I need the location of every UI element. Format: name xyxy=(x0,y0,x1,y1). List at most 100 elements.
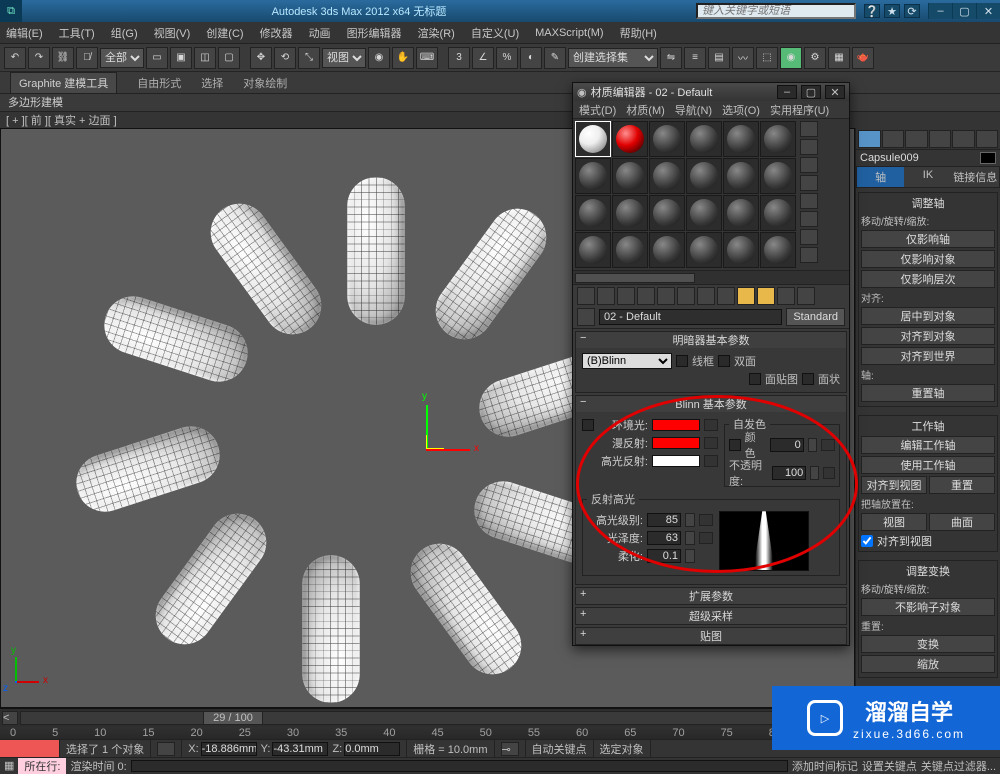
reset-wp-button[interactable]: 重置 xyxy=(929,476,995,494)
edit-working-pivot-button[interactable]: 编辑工作轴 xyxy=(861,436,995,454)
putmat-icon[interactable] xyxy=(597,287,615,305)
material-slot[interactable] xyxy=(649,232,685,268)
material-slot[interactable] xyxy=(612,232,648,268)
dont-affect-children-button[interactable]: 不影响子对象 xyxy=(861,598,995,616)
align-to-object-button[interactable]: 对齐到对象 xyxy=(861,327,995,345)
diffuse-swatch[interactable] xyxy=(652,437,700,449)
window-button[interactable]: ▢ xyxy=(218,47,240,69)
graphite-selection[interactable]: 选择 xyxy=(201,75,223,91)
sampleuv-icon[interactable] xyxy=(800,175,818,191)
scale-button[interactable]: ⤡ xyxy=(298,47,320,69)
matedit-menu-material[interactable]: 材质(M) xyxy=(626,102,665,118)
material-slot[interactable] xyxy=(686,232,722,268)
menu-tools[interactable]: 工具(T) xyxy=(59,25,95,41)
menu-help[interactable]: 帮助(H) xyxy=(620,25,657,41)
editselset-button[interactable]: ✎ xyxy=(544,47,566,69)
ambient-lock-icon[interactable] xyxy=(704,419,718,431)
material-slot[interactable] xyxy=(649,195,685,231)
gloss-spinner[interactable] xyxy=(685,531,695,545)
wire-checkbox[interactable] xyxy=(676,355,688,367)
material-slot[interactable] xyxy=(760,158,796,194)
viewport-label[interactable]: [ + ][ 前 ][ 真实 + 边面 ] xyxy=(0,112,1000,128)
schematic-button[interactable]: ⬚ xyxy=(756,47,778,69)
menu-rendering[interactable]: 渲染(R) xyxy=(418,25,455,41)
assign-icon[interactable] xyxy=(617,287,635,305)
mirror-button[interactable]: ⇋ xyxy=(660,47,682,69)
script-input[interactable] xyxy=(131,760,788,772)
material-slot[interactable] xyxy=(649,121,685,157)
material-slot[interactable] xyxy=(686,195,722,231)
selfilter-dropdown[interactable]: 选定对象 xyxy=(594,740,651,757)
help-search-input[interactable] xyxy=(696,3,856,19)
matedit-menu-nav[interactable]: 导航(N) xyxy=(675,102,712,118)
layers-button[interactable]: ▤ xyxy=(708,47,730,69)
select-button[interactable]: ▭ xyxy=(146,47,168,69)
makecopy-icon[interactable] xyxy=(657,287,675,305)
material-slot[interactable] xyxy=(612,158,648,194)
menu-customize[interactable]: 自定义(U) xyxy=(471,25,519,41)
graphite-freeform[interactable]: 自由形式 xyxy=(137,75,181,91)
keyfilter-button[interactable]: 关键点过滤器... xyxy=(921,758,996,774)
soften-input[interactable] xyxy=(647,549,681,563)
menu-views[interactable]: 视图(V) xyxy=(154,25,191,41)
material-editor-button[interactable]: ◉ xyxy=(780,47,802,69)
render-button[interactable]: 🫖 xyxy=(852,47,874,69)
tab-motion-icon[interactable] xyxy=(929,130,952,148)
reset-scale-button[interactable]: 缩放 xyxy=(861,655,995,673)
rollout-shader-header[interactable]: −明暗器基本参数 xyxy=(576,332,846,348)
curve-button[interactable]: 〰 xyxy=(732,47,754,69)
selectbymat-icon[interactable] xyxy=(800,247,818,263)
matedit-menu-options[interactable]: 选项(O) xyxy=(722,102,760,118)
rollout-supersample-header[interactable]: +超级采样 xyxy=(576,608,846,624)
move-button[interactable]: ✥ xyxy=(250,47,272,69)
setkey-button[interactable]: 设置关键点 xyxy=(862,758,917,774)
y-input[interactable] xyxy=(272,742,328,756)
material-slot[interactable] xyxy=(575,195,611,231)
reset-pivot-button[interactable]: 重置轴 xyxy=(861,384,995,402)
menu-maxscript[interactable]: MAXScript(M) xyxy=(535,27,603,39)
undo-button[interactable]: ↶ xyxy=(4,47,26,69)
timeslider-prev-button[interactable]: < xyxy=(2,711,18,725)
tab-create-icon[interactable] xyxy=(858,130,881,148)
affect-pivot-only-button[interactable]: 仅影响轴 xyxy=(861,230,995,248)
twoside-checkbox[interactable] xyxy=(718,355,730,367)
resetmap-icon[interactable] xyxy=(637,287,655,305)
graphite-objectpaint[interactable]: 对象绘制 xyxy=(243,75,287,91)
graphite-tab[interactable]: Graphite 建模工具 xyxy=(10,72,117,94)
refcoord-dropdown[interactable]: 视图 xyxy=(322,48,366,68)
material-slot[interactable] xyxy=(760,121,796,157)
showendresult-icon[interactable] xyxy=(757,287,775,305)
star-icon[interactable]: ★ xyxy=(884,4,900,18)
align-to-view-button[interactable]: 对齐到视图 xyxy=(861,476,927,494)
material-slot[interactable] xyxy=(612,121,648,157)
animate-button[interactable] xyxy=(0,740,60,757)
soften-spinner[interactable] xyxy=(685,549,695,563)
close-button[interactable]: ✕ xyxy=(976,3,1000,19)
backlight-icon[interactable] xyxy=(800,139,818,155)
matedit-menu-utilities[interactable]: 实用程序(U) xyxy=(770,102,829,118)
maximize-button[interactable]: ▢ xyxy=(952,3,976,19)
preview-icon[interactable] xyxy=(800,211,818,227)
tab-hierarchy-icon[interactable] xyxy=(905,130,928,148)
help-icon[interactable]: ❔ xyxy=(864,4,880,18)
getmat-icon[interactable] xyxy=(577,287,595,305)
menu-modifiers[interactable]: 修改器 xyxy=(260,25,293,41)
showmap-icon[interactable] xyxy=(737,287,755,305)
key-icon[interactable]: ⊸ xyxy=(501,742,519,756)
spec-level-input[interactable] xyxy=(647,513,681,527)
unlink-button[interactable]: ⛓̸ xyxy=(76,47,98,69)
matedit-min-button[interactable]: – xyxy=(777,85,797,99)
puttolib-icon[interactable] xyxy=(697,287,715,305)
material-slot[interactable] xyxy=(575,232,611,268)
align-to-world-button[interactable]: 对齐到世界 xyxy=(861,347,995,365)
background-icon[interactable] xyxy=(800,157,818,173)
menu-edit[interactable]: 编辑(E) xyxy=(6,25,43,41)
opacity-spinner[interactable] xyxy=(810,466,819,480)
object-color-swatch[interactable] xyxy=(980,152,996,164)
subtab-pivot[interactable]: 轴 xyxy=(857,167,904,187)
tab-modify-icon[interactable] xyxy=(882,130,905,148)
makeunique-icon[interactable] xyxy=(677,287,695,305)
spec-level-map-button[interactable] xyxy=(699,514,713,526)
menu-group[interactable]: 组(G) xyxy=(111,25,138,41)
subtab-ik[interactable]: IK xyxy=(904,167,951,187)
